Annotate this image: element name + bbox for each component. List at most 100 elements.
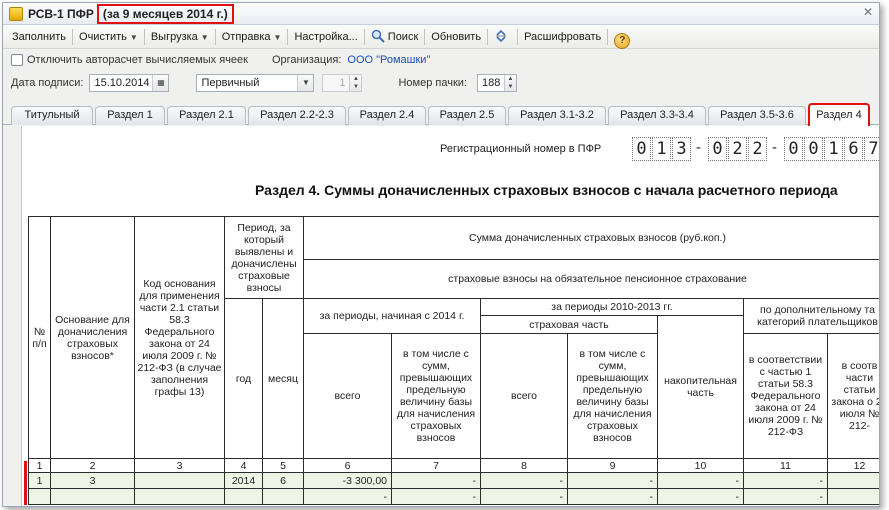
disable-autocalc-checkbox[interactable] <box>11 54 23 66</box>
data-cell[interactable]: - <box>568 489 658 505</box>
data-cell[interactable]: -3 300,00 <box>304 473 392 489</box>
tab-section-9[interactable]: Раздел 4 <box>808 103 870 126</box>
data-cell[interactable]: - <box>658 473 744 489</box>
calendar-icon[interactable]: ▦ <box>152 75 169 91</box>
doc-type-select[interactable]: Первичный ▼ <box>196 74 315 92</box>
tab-section-5[interactable]: Раздел 2.5 <box>428 106 506 125</box>
toolbar-separator <box>72 28 74 45</box>
report-sheet: Регистрационный номер в ПФР 013-022-0016… <box>21 126 879 506</box>
fill-button[interactable]: Заполнить <box>7 27 71 47</box>
send-label: Отправка <box>221 30 271 43</box>
tab-section-4[interactable]: Раздел 2.4 <box>348 106 426 125</box>
data-cell[interactable]: - <box>481 473 568 489</box>
pack-number-value: 188 <box>481 77 501 89</box>
row-marker <box>24 461 27 505</box>
options-row: Отключить авторасчет вычисляемых ячеек О… <box>3 49 879 71</box>
data-cell[interactable]: - <box>744 473 828 489</box>
data-cell[interactable] <box>135 489 225 505</box>
data-cell[interactable]: - <box>392 473 481 489</box>
clear-button[interactable]: Очистить ▼ <box>74 27 143 47</box>
header-art-1: в соответствии с частью 1 статьи 58.3 Фе… <box>744 334 828 459</box>
correction-number-value: 1 <box>339 77 346 89</box>
data-cell[interactable]: 1 <box>28 473 51 489</box>
org-label: Организация: <box>271 54 342 66</box>
app-icon <box>9 6 23 21</box>
data-cell[interactable]: - <box>744 489 828 505</box>
params-row: Дата подписи: 15.10.2014 ▦ Первичный ▼ 1… <box>3 71 879 95</box>
chevron-down-icon: ▼ <box>200 32 209 42</box>
data-cell[interactable]: - <box>304 489 392 505</box>
settings-button[interactable]: Настройка... <box>289 27 362 47</box>
tab-section-7[interactable]: Раздел 3.3-3.4 <box>608 106 706 125</box>
toolbar-separator <box>363 28 365 45</box>
column-number: 7 <box>392 459 481 473</box>
data-cell[interactable] <box>135 473 225 489</box>
data-cell[interactable] <box>263 489 304 505</box>
data-cell[interactable] <box>51 489 135 505</box>
tab-section-8[interactable]: Раздел 3.5-3.6 <box>708 106 806 125</box>
spinner-icon[interactable]: ▲ ▼ <box>503 75 516 91</box>
column-number: 10 <box>658 459 744 473</box>
toolbar-separator <box>214 28 216 45</box>
sign-date-field[interactable]: 15.10.2014 ▦ <box>89 74 170 92</box>
correction-number-field: 1 ▲ ▼ <box>322 74 363 92</box>
header-sum-total: Сумма доначисленных страховых взносов (р… <box>304 216 879 260</box>
header-2010-2013: за периоды 2010-2013 гг. <box>481 299 744 316</box>
data-cell[interactable]: - <box>481 489 568 505</box>
sign-date-label: Дата подписи: <box>11 77 84 89</box>
tab-section-3[interactable]: Раздел 2.2-2.3 <box>248 106 346 125</box>
column-number: 1 <box>28 459 51 473</box>
header-pension: страховые взносы на обязательное пенсион… <box>304 260 879 299</box>
pack-label: Номер пачки: <box>398 77 467 89</box>
data-cell[interactable]: - <box>828 473 879 489</box>
header-month: месяц <box>263 299 304 459</box>
chevron-down-icon: ▼ <box>273 32 282 42</box>
data-cell[interactable]: - <box>658 489 744 505</box>
report-window: РСВ-1 ПФР (за 9 месяцев 2014 г.) ✕ Запол… <box>2 2 880 507</box>
tab-section-2[interactable]: Раздел 2.1 <box>167 106 246 125</box>
doc-type-value: Первичный <box>201 77 260 89</box>
data-cell[interactable]: 2014 <box>225 473 263 489</box>
toolbar: Заполнить Очистить ▼ Выгрузка ▼ Отправка ▼ … <box>3 25 879 49</box>
data-cell[interactable] <box>225 489 263 505</box>
close-icon[interactable]: ✕ <box>861 6 875 20</box>
data-cell[interactable]: - <box>568 473 658 489</box>
data-cell[interactable]: 3 <box>51 473 135 489</box>
org-link[interactable]: ООО "Ромашки" <box>347 54 430 66</box>
column-number: 6 <box>304 459 392 473</box>
export-button[interactable]: Выгрузка ▼ <box>146 27 214 47</box>
column-number: 2 <box>51 459 135 473</box>
header-basis: Основание для доначисления страховых взн… <box>51 216 135 459</box>
header-insurance-part: страховая часть <box>481 316 658 334</box>
tab-section-6[interactable]: Раздел 3.1-3.2 <box>508 106 606 125</box>
header-from-2014: за периоды, начиная с 2014 г. <box>304 299 481 334</box>
help-button[interactable]: ? <box>609 27 638 49</box>
title-bar: РСВ-1 ПФР (за 9 месяцев 2014 г.) ✕ <box>3 3 879 25</box>
column-number: 4 <box>225 459 263 473</box>
tab-title[interactable]: Титульный <box>11 106 93 125</box>
header-total: всего <box>304 334 392 459</box>
data-cell[interactable] <box>28 489 51 505</box>
disable-autocalc-label: Отключить авторасчет вычисляемых ячеек <box>27 54 248 66</box>
data-cell[interactable]: - <box>828 489 879 505</box>
column-number: 12 <box>828 459 879 473</box>
decode-button[interactable]: Расшифровать <box>519 27 606 47</box>
spinner-icon: ▲ ▼ <box>349 75 362 91</box>
toolbar-separator <box>607 28 609 45</box>
header-num: № п/п <box>28 216 51 459</box>
column-number: 3 <box>135 459 225 473</box>
header-year: год <box>225 299 263 459</box>
send-button[interactable]: Отправка ▼ <box>217 27 287 47</box>
data-cell[interactable]: - <box>392 489 481 505</box>
header-funded-part: накопительная часть <box>658 316 744 459</box>
data-cell[interactable]: 6 <box>263 473 304 489</box>
search-button[interactable]: Поиск <box>366 27 423 47</box>
expand-collapse-button[interactable] <box>489 27 516 47</box>
chevron-down-icon[interactable]: ▼ <box>297 75 314 91</box>
refresh-button[interactable]: Обновить <box>426 27 486 47</box>
section-tabs: Титульный Раздел 1 Раздел 2.1 Раздел 2.2-2.… <box>3 103 879 126</box>
toolbar-separator <box>143 28 145 45</box>
tab-section-1[interactable]: Раздел 1 <box>95 106 165 125</box>
header-extra-tariff: по дополнительному та категорий плательщ… <box>744 299 879 334</box>
pack-number-field[interactable]: 188 ▲ ▼ <box>476 74 517 92</box>
